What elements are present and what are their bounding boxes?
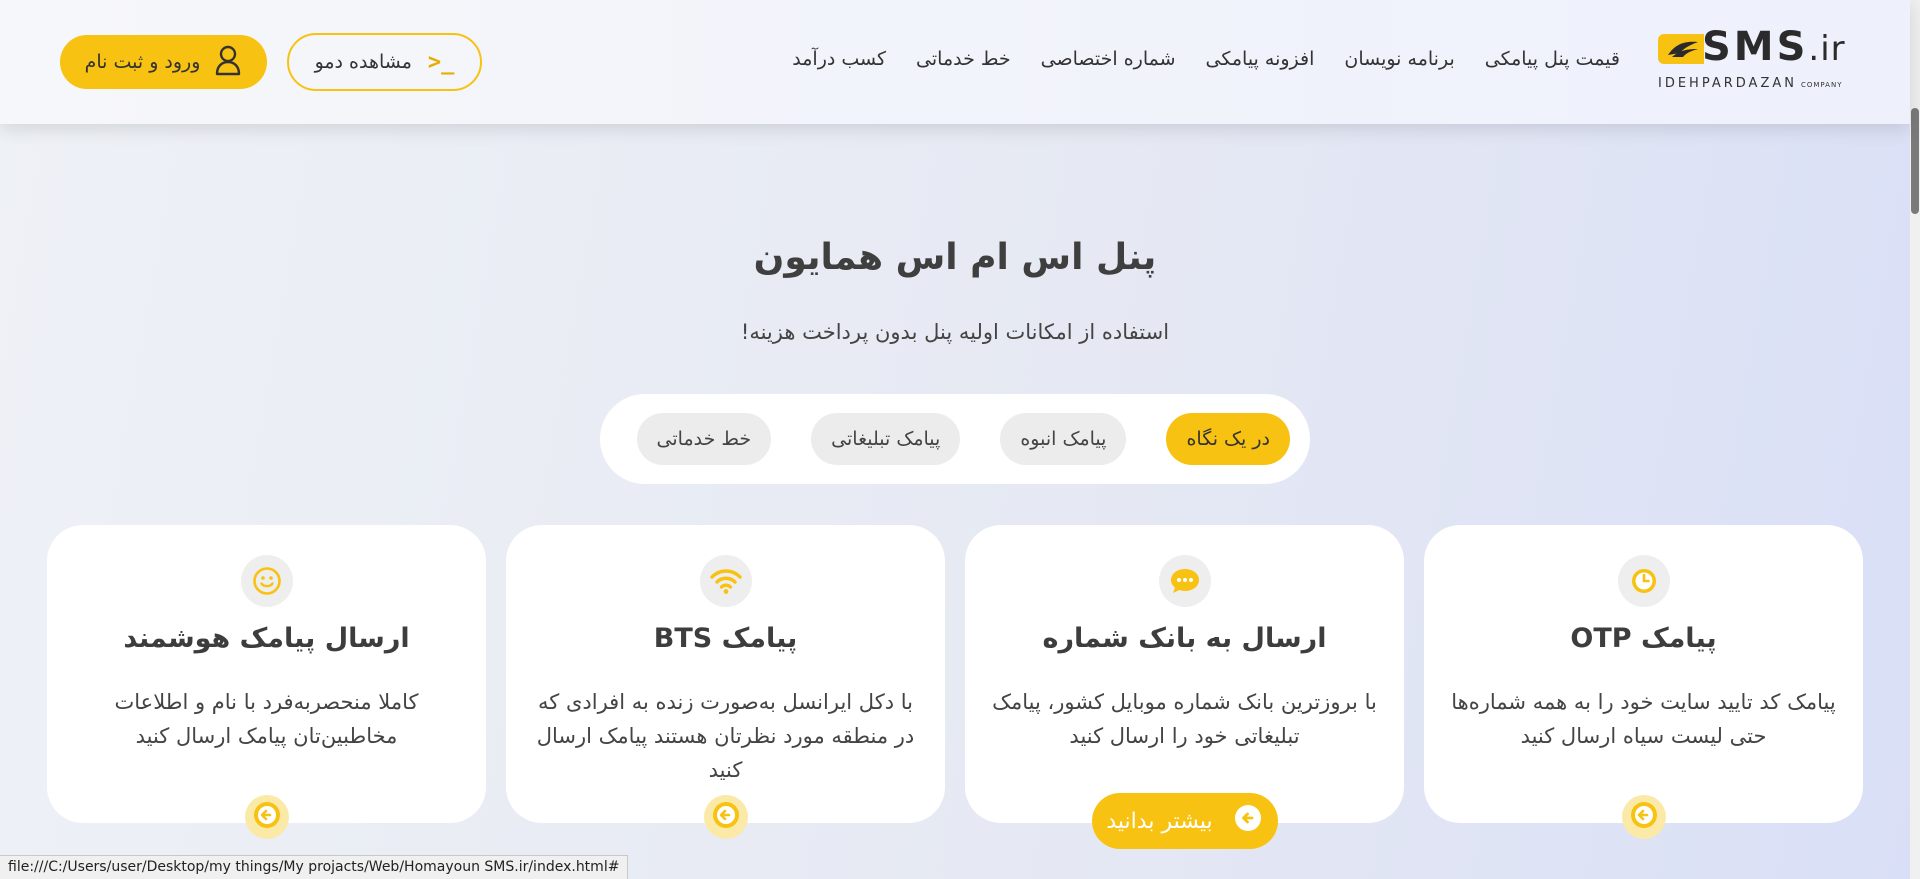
demo-button-label: مشاهده دمو — [314, 51, 412, 73]
clock-icon — [1617, 555, 1670, 607]
site-logo[interactable]: SMS.ir IDEHPARDAZAN COMPANY — [1658, 24, 1845, 92]
arrow-left-circle-icon — [252, 800, 282, 834]
nav-item-plugins[interactable]: افزونه پیامکی — [1206, 48, 1315, 70]
card-description: با بروزترین بانک شماره موبایل کشور، پیام… — [992, 690, 1377, 748]
demo-button[interactable]: >_ مشاهده دمو — [287, 33, 482, 91]
main-nav: قیمت پنل پیامکی برنامه نویسان افزونه پیا… — [792, 48, 1620, 70]
card-bts: پیامک BTS با دکل ایرانسل به‌صورت زنده به… — [506, 525, 945, 839]
arrow-left-circle-icon — [711, 800, 741, 834]
wifi-icon — [699, 555, 752, 607]
arrow-left-circle-icon — [1629, 800, 1659, 834]
card-smart-sms: ارسال پیامک هوشمند کاملا منحصربه‌فرد با … — [47, 525, 486, 839]
arrow-left-circle-icon — [1233, 803, 1263, 839]
login-button-label: ورود و ثبت نام — [84, 51, 201, 73]
card-more-button[interactable] — [1621, 795, 1666, 839]
card-more-button[interactable] — [703, 795, 748, 839]
nav-item-earn-money[interactable]: کسب درآمد — [792, 48, 886, 70]
terminal-icon: >_ — [427, 49, 455, 75]
smiley-icon — [240, 555, 293, 607]
card-title: پیامک BTS — [653, 623, 798, 654]
learn-more-label: بیشتر بدانید — [1106, 808, 1213, 834]
site-header: SMS.ir IDEHPARDAZAN COMPANY قیمت پنل پیام… — [0, 0, 1910, 124]
chat-bubble-icon — [1158, 555, 1211, 607]
logo-text: SMS.ir — [1702, 24, 1846, 70]
tab-bulk-sms[interactable]: پیامک انبوه — [1000, 413, 1127, 465]
card-description: کاملا منحصربه‌فرد با نام و اطلاعات مخاطب… — [114, 690, 419, 748]
scrollbar-thumb[interactable] — [1911, 108, 1919, 214]
page-subtitle: استفاده از امکانات اولیه پنل بدون پرداخت… — [740, 320, 1170, 344]
nav-item-service-line[interactable]: خط خدماتی — [916, 48, 1011, 70]
page-scrollbar[interactable] — [1910, 0, 1920, 879]
nav-item-dedicated-number[interactable]: شماره اختصاصی — [1041, 48, 1176, 70]
card-title: ارسال به بانک شماره — [1042, 623, 1327, 654]
tab-service-line[interactable]: خط خدماتی — [636, 413, 772, 465]
card-description: با دکل ایرانسل به‌صورت زنده به افرادی که… — [536, 690, 915, 782]
feature-cards: پیامک OTP پیامک کد تایید سایت خود را به … — [47, 525, 1863, 849]
user-icon — [214, 44, 242, 81]
logo-subtitle: IDEHPARDAZAN COMPANY — [1658, 76, 1843, 91]
feature-tabs: در یک نگاه پیامک انبوه پیامک تبلیغاتی خط… — [600, 394, 1310, 484]
tab-advertising-sms[interactable]: پیامک تبلیغاتی — [811, 413, 961, 465]
nav-item-pricing[interactable]: قیمت پنل پیامکی — [1485, 48, 1620, 70]
logo-wing-icon — [1658, 34, 1704, 64]
page-title: پنل اس ام اس همایون — [753, 237, 1157, 278]
card-number-bank: ارسال به بانک شماره با بروزترین بانک شما… — [965, 525, 1404, 849]
card-title: ارسال پیامک هوشمند — [123, 623, 410, 654]
card-description: پیامک کد تایید سایت خود را به همه شماره‌… — [1451, 690, 1836, 748]
browser-status-url: file:///C:/Users/user/Desktop/my things/… — [0, 855, 629, 879]
card-otp: پیامک OTP پیامک کد تایید سایت خود را به … — [1424, 525, 1863, 839]
nav-item-developers[interactable]: برنامه نویسان — [1344, 48, 1454, 70]
learn-more-button[interactable]: بیشتر بدانید — [1091, 793, 1278, 849]
tab-overview[interactable]: در یک نگاه — [1166, 413, 1290, 465]
card-title: پیامک OTP — [1570, 623, 1717, 654]
login-register-button[interactable]: ورود و ثبت نام — [60, 35, 267, 89]
card-more-button[interactable] — [244, 795, 289, 839]
